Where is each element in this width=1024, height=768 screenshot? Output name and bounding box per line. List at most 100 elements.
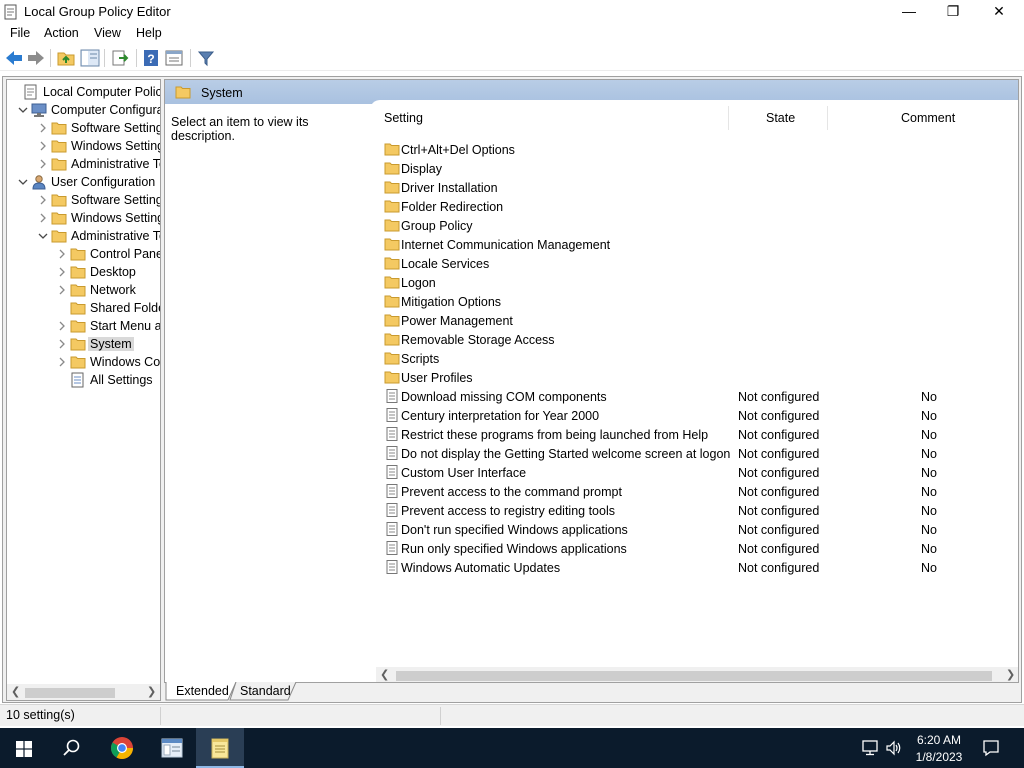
filter-icon[interactable] — [196, 49, 216, 67]
setting-row[interactable]: Century interpretation for Year 2000 Not … — [378, 406, 1018, 425]
show-hide-tree-icon[interactable] — [80, 49, 100, 67]
chevron-right-icon[interactable] — [56, 356, 68, 368]
toolbar-separator — [190, 49, 191, 67]
setting-comment: No — [921, 504, 937, 518]
setting-row[interactable]: Do not display the Getting Started welco… — [378, 444, 1018, 463]
chevron-right-icon[interactable] — [56, 248, 68, 260]
list-horizontal-scrollbar[interactable]: ❮ ❯ — [376, 667, 1018, 682]
column-header-comment[interactable]: Comment — [901, 111, 955, 125]
chevron-right-icon[interactable] — [37, 194, 49, 206]
start-button[interactable] — [0, 728, 48, 768]
help-icon[interactable]: ? — [142, 49, 162, 67]
column-header-setting[interactable]: Setting — [384, 111, 423, 125]
folder-row[interactable]: Display — [378, 159, 1018, 178]
setting-row[interactable]: Windows Automatic Updates Not configured N… — [378, 558, 1018, 577]
folder-row[interactable]: Scripts — [378, 349, 1018, 368]
mmc-taskbar-button[interactable] — [148, 728, 196, 768]
close-button[interactable]: ✕ — [976, 0, 1022, 24]
notification-icon[interactable] — [982, 739, 1000, 757]
up-folder-icon[interactable] — [56, 49, 76, 67]
minimize-button[interactable]: — — [886, 0, 932, 24]
chrome-taskbar-button[interactable] — [98, 728, 146, 768]
folder-row[interactable]: Mitigation Options — [378, 292, 1018, 311]
menu-help[interactable]: Help — [136, 26, 162, 40]
export-list-icon[interactable] — [110, 49, 130, 67]
column-header-state[interactable]: State — [766, 111, 795, 125]
setting-row[interactable]: Prevent access to registry editing tools… — [378, 501, 1018, 520]
notepad-taskbar-button[interactable] — [196, 728, 244, 768]
folder-row[interactable]: Folder Redirection — [378, 197, 1018, 216]
policy-setting-icon — [386, 465, 398, 479]
setting-row[interactable]: Download missing COM components Not confi… — [378, 387, 1018, 406]
folder-row[interactable]: Power Management — [378, 311, 1018, 330]
search-button[interactable] — [48, 728, 96, 768]
tree-item-label: Windows Components — [90, 355, 161, 369]
setting-row[interactable]: Prevent access to the command prompt Not … — [378, 482, 1018, 501]
tree-item-label: Software Settings — [71, 121, 161, 135]
setting-row[interactable]: Run only specified Windows applications N… — [378, 539, 1018, 558]
chevron-right-icon[interactable] — [56, 338, 68, 350]
back-arrow-icon[interactable] — [4, 49, 24, 67]
column-divider[interactable] — [827, 106, 828, 130]
scroll-left-icon[interactable]: ❮ — [11, 685, 20, 698]
chevron-right-icon[interactable] — [37, 158, 49, 170]
folder-row[interactable]: Group Policy — [378, 216, 1018, 235]
menu-view[interactable]: View — [94, 26, 121, 40]
chevron-right-icon[interactable] — [37, 140, 49, 152]
folder-icon — [51, 158, 67, 171]
taskbar: 6:20 AM 1/8/2023 — [0, 728, 1024, 768]
folder-icon — [51, 140, 67, 153]
toolbar-separator — [136, 49, 137, 67]
restore-button[interactable]: ❐ — [930, 0, 976, 24]
policy-setting-icon — [386, 484, 398, 498]
chevron-right-icon[interactable] — [56, 284, 68, 296]
chevron-down-icon[interactable] — [17, 176, 29, 188]
tree-scroll-thumb[interactable] — [25, 688, 115, 698]
clock-time[interactable]: 6:20 AM — [905, 733, 973, 747]
folder-row[interactable]: Removable Storage Access — [378, 330, 1018, 349]
setting-name: Century interpretation for Year 2000 — [401, 409, 600, 423]
chevron-right-icon[interactable] — [56, 320, 68, 332]
column-divider[interactable] — [728, 106, 729, 130]
scroll-right-icon[interactable]: ❯ — [1006, 668, 1015, 681]
chevron-right-icon[interactable] — [37, 122, 49, 134]
windows-start-icon — [16, 741, 32, 757]
tree-horizontal-scrollbar[interactable]: ❮ ❯ — [7, 684, 160, 700]
setting-row[interactable]: Don't run specified Windows applications… — [378, 520, 1018, 539]
properties-icon[interactable] — [164, 49, 184, 67]
tab-standard[interactable]: Standard — [240, 682, 291, 701]
setting-name: Power Management — [401, 314, 513, 328]
status-text: 10 setting(s) — [6, 708, 75, 722]
folder-icon — [384, 200, 400, 213]
setting-row[interactable]: Restrict these programs from being launc… — [378, 425, 1018, 444]
setting-name: Logon — [401, 276, 436, 290]
folder-row[interactable]: Driver Installation — [378, 178, 1018, 197]
setting-comment: No — [921, 466, 937, 480]
clock-date[interactable]: 1/8/2023 — [905, 750, 973, 764]
scroll-left-icon[interactable]: ❮ — [380, 668, 389, 681]
menu-file[interactable]: File — [10, 26, 30, 40]
computer-icon — [31, 103, 47, 117]
folder-row[interactable]: Locale Services — [378, 254, 1018, 273]
folder-icon — [70, 320, 86, 333]
folder-row[interactable]: Ctrl+Alt+Del Options — [378, 140, 1018, 159]
tree-pane[interactable]: Local Computer Policy Computer Configurat… — [6, 79, 161, 701]
setting-comment: No — [921, 390, 937, 404]
chevron-down-icon[interactable] — [17, 104, 29, 116]
tab-extended[interactable]: Extended — [176, 682, 229, 701]
folder-row[interactable]: Internet Communication Management — [378, 235, 1018, 254]
folder-icon — [70, 284, 86, 297]
chevron-right-icon[interactable] — [56, 266, 68, 278]
network-icon[interactable] — [861, 740, 879, 756]
menu-action[interactable]: Action — [44, 26, 79, 40]
folder-row[interactable]: User Profiles — [378, 368, 1018, 387]
folder-row[interactable]: Logon — [378, 273, 1018, 292]
scroll-right-icon[interactable]: ❯ — [147, 685, 156, 698]
setting-comment: No — [921, 409, 937, 423]
volume-icon[interactable] — [885, 740, 903, 756]
list-scroll-thumb[interactable] — [396, 671, 992, 681]
chevron-right-icon[interactable] — [37, 212, 49, 224]
setting-row[interactable]: Custom User Interface Not configured No — [378, 463, 1018, 482]
chevron-down-icon[interactable] — [37, 230, 49, 242]
forward-arrow-icon[interactable] — [26, 49, 46, 67]
